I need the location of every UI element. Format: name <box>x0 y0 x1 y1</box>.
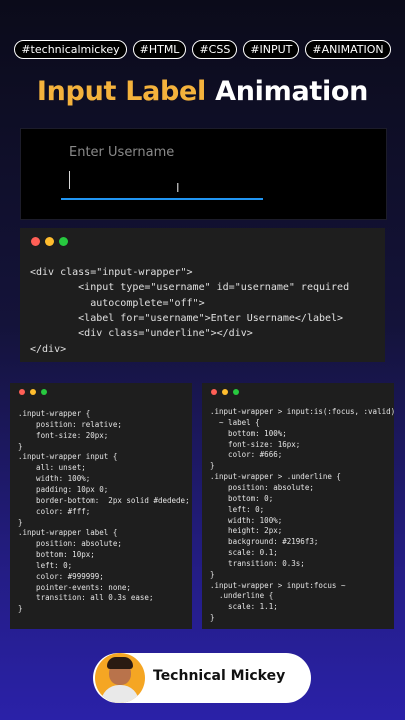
code-line: font-size: 20px; <box>18 430 109 440</box>
code-line: background: #2196f3; <box>210 537 319 547</box>
code-line: <div class="underline"></div> <box>30 328 253 340</box>
hashtag[interactable]: #CSS <box>192 40 238 59</box>
code-line: width: 100%; <box>18 474 91 484</box>
code-line: .input-wrapper input { <box>18 452 118 462</box>
code-line: .input-wrapper > input:is(:focus, :valid… <box>210 407 396 416</box>
hashtag[interactable]: #HTML <box>132 40 187 59</box>
code-line: } <box>18 604 23 614</box>
code-line: bottom: 10px; <box>18 550 95 560</box>
title-accent: Input Label <box>36 76 207 107</box>
code-line: bottom: 0; <box>210 493 274 503</box>
window-controls-icon <box>31 237 68 246</box>
code-line: border-bottom: 2px solid #dedede; <box>18 495 190 505</box>
html-code-window: <div class="input-wrapper"> <input type=… <box>20 228 385 362</box>
hashtag[interactable]: #INPUT <box>243 40 300 59</box>
code-line: height: 2px; <box>210 526 283 536</box>
text-caret[interactable] <box>69 171 70 189</box>
code-line: <div class="input-wrapper"> <box>30 267 193 278</box>
code-line: .input-wrapper > input:focus ~ <box>210 580 346 590</box>
code-line: .input-wrapper > .underline { <box>210 472 341 482</box>
page-title: Input Label Animation <box>0 76 405 107</box>
hashtag-row: #technicalmickey #HTML #CSS #INPUT #ANIM… <box>0 40 405 59</box>
code-line: .input-wrapper { <box>18 409 91 418</box>
code-line: bottom: 100%; <box>210 428 287 438</box>
code-line: scale: 1.1; <box>210 602 278 612</box>
code-line: left: 0; <box>18 560 73 570</box>
code-line: scale: 0.1; <box>210 548 278 558</box>
window-controls-icon <box>211 389 239 395</box>
username-label: Enter Username <box>69 145 175 160</box>
code-line: } <box>210 569 215 579</box>
hashtag[interactable]: #ANIMATION <box>305 40 391 59</box>
code-line: position: absolute; <box>210 482 314 492</box>
code-line: color: #666; <box>210 450 283 460</box>
code-line: all: unset; <box>18 463 86 473</box>
css-code-window-left: .input-wrapper { position: relative; fon… <box>10 383 192 629</box>
title-rest: Animation <box>215 76 369 107</box>
code-line: transition: all 0.3s ease; <box>18 593 154 603</box>
css-code-window-right: .input-wrapper > input:is(:focus, :valid… <box>202 383 396 629</box>
code-line: transition: 0.3s; <box>210 558 305 568</box>
maximize-dot-icon <box>59 237 68 246</box>
hashtag[interactable]: #technicalmickey <box>14 40 127 59</box>
code-line: <label for="username">Enter Username</la… <box>30 312 344 324</box>
code-line: left: 0; <box>210 504 265 514</box>
code-line: autocomplete="off"> <box>30 297 205 309</box>
code-line: padding: 10px 0; <box>18 484 109 494</box>
maximize-dot-icon <box>41 389 47 395</box>
code-line: } <box>18 441 23 451</box>
demo-input-panel: Enter Username I <box>20 128 387 220</box>
code-line: .underline { <box>210 591 274 601</box>
profile-name: Technical Mickey <box>153 668 286 684</box>
code-line: position: relative; <box>18 419 122 429</box>
code-line: </div> <box>30 343 67 355</box>
code-line: ~ label { <box>210 417 260 427</box>
code-line: width: 100%; <box>210 515 283 525</box>
profile-badge[interactable]: Technical Mickey <box>93 653 311 703</box>
code-line: position: absolute; <box>18 539 122 549</box>
input-underline <box>61 198 263 200</box>
code-line: pointer-events: none; <box>18 582 131 592</box>
minimize-dot-icon <box>30 389 36 395</box>
close-dot-icon <box>31 237 40 246</box>
close-dot-icon <box>211 389 217 395</box>
code-line: .input-wrapper label { <box>18 528 118 538</box>
code-line: font-size: 16px; <box>210 439 301 449</box>
code-line: <input type="username" id="username" req… <box>30 282 350 294</box>
code-line: } <box>210 613 215 623</box>
window-controls-icon <box>19 389 47 395</box>
minimize-dot-icon <box>222 389 228 395</box>
code-line: color: #999999; <box>18 571 104 581</box>
code-line: color: #fff; <box>18 506 91 516</box>
close-dot-icon <box>19 389 25 395</box>
code-line: } <box>18 517 23 527</box>
code-line: } <box>210 461 215 471</box>
text-cursor-icon: I <box>176 181 180 195</box>
maximize-dot-icon <box>233 389 239 395</box>
minimize-dot-icon <box>45 237 54 246</box>
avatar-icon <box>95 653 145 703</box>
